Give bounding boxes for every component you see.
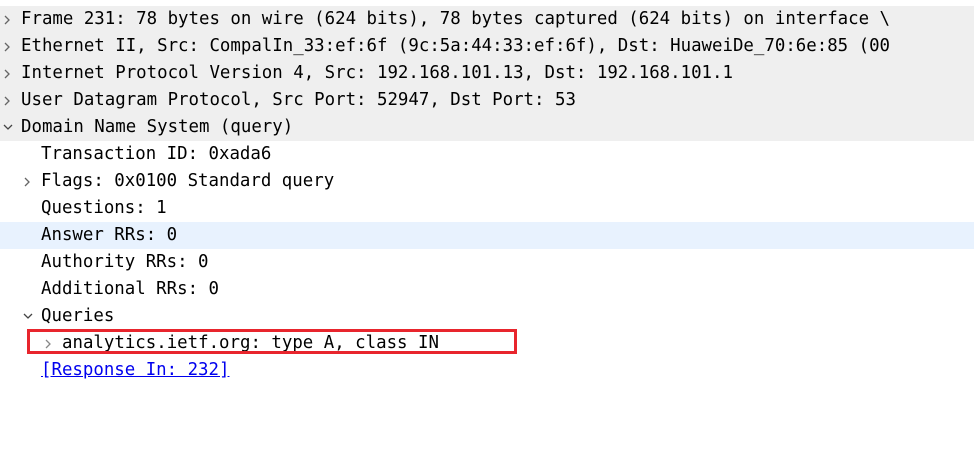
- chevron-right-icon[interactable]: [3, 87, 17, 114]
- tree-row-dns[interactable]: Domain Name System (query): [0, 114, 974, 141]
- tree-row-transaction-id[interactable]: Transaction ID: 0xada6: [0, 141, 974, 168]
- tree-row-label: Additional RRs: 0: [41, 279, 219, 299]
- tree-row-ip[interactable]: Internet Protocol Version 4, Src: 192.16…: [0, 60, 974, 87]
- tree-row-udp[interactable]: User Datagram Protocol, Src Port: 52947,…: [0, 87, 974, 114]
- response-in-link[interactable]: [Response In: 232]: [41, 357, 229, 384]
- chevron-right-icon[interactable]: [3, 60, 17, 87]
- tree-row-ethernet[interactable]: Ethernet II, Src: CompalIn_33:ef:6f (9c:…: [0, 33, 974, 60]
- chevron-down-icon[interactable]: [23, 303, 37, 330]
- tree-row-label: Answer RRs: 0: [41, 225, 178, 245]
- tree-row-additional-rrs[interactable]: Additional RRs: 0: [0, 276, 974, 303]
- tree-row-label: Questions: 1: [41, 198, 167, 218]
- tree-row-questions[interactable]: Questions: 1: [0, 195, 974, 222]
- tree-row-label: Authority RRs: 0: [41, 252, 209, 272]
- tree-row-label: Internet Protocol Version 4, Src: 192.16…: [21, 63, 733, 83]
- packet-details-tree: Frame 231: 78 bytes on wire (624 bits), …: [0, 6, 974, 384]
- tree-row-label: Ethernet II, Src: CompalIn_33:ef:6f (9c:…: [21, 36, 891, 56]
- tree-row-query-item[interactable]: analytics.ietf.org: type A, class IN: [0, 330, 974, 357]
- tree-row-answer-rrs[interactable]: Answer RRs: 0: [0, 222, 974, 249]
- chevron-right-icon[interactable]: [23, 168, 37, 195]
- tree-row-label: Transaction ID: 0xada6: [41, 144, 272, 164]
- chevron-right-icon[interactable]: [44, 330, 58, 357]
- chevron-right-icon[interactable]: [3, 33, 17, 60]
- tree-row-label: analytics.ietf.org: type A, class IN: [62, 333, 439, 353]
- tree-row-label: Frame 231: 78 bytes on wire (624 bits), …: [21, 9, 891, 29]
- tree-row-flags[interactable]: Flags: 0x0100 Standard query: [0, 168, 974, 195]
- chevron-right-icon[interactable]: [3, 6, 17, 33]
- tree-row-label: Flags: 0x0100 Standard query: [41, 171, 335, 191]
- tree-row-frame[interactable]: Frame 231: 78 bytes on wire (624 bits), …: [0, 6, 974, 33]
- tree-row-authority-rrs[interactable]: Authority RRs: 0: [0, 249, 974, 276]
- chevron-down-icon[interactable]: [3, 114, 17, 141]
- tree-row-label: Queries: [41, 306, 115, 326]
- tree-row-label: Domain Name System (query): [21, 117, 294, 137]
- tree-row-response-in[interactable]: [Response In: 232]: [0, 357, 974, 384]
- tree-row-label: User Datagram Protocol, Src Port: 52947,…: [21, 90, 576, 110]
- tree-row-queries[interactable]: Queries: [0, 303, 974, 330]
